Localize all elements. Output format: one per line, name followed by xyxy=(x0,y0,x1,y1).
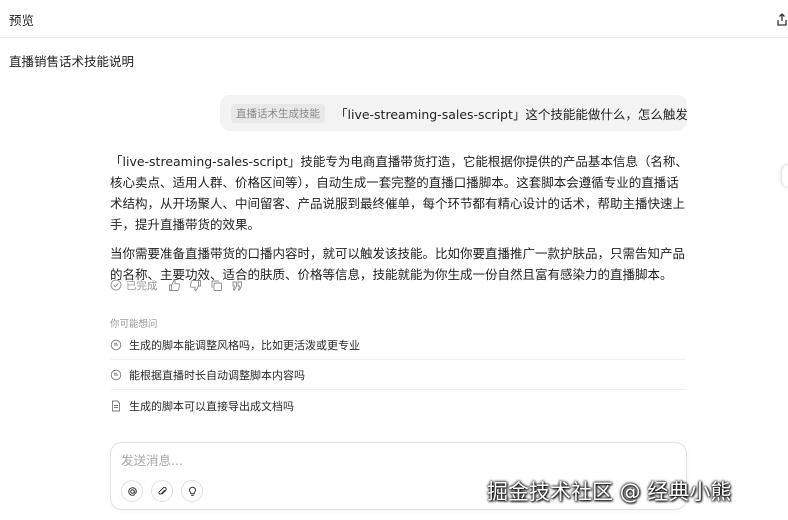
user-message-bubble: 直播话术生成技能 「live-streaming-sales-script」这个… xyxy=(220,95,687,131)
at-sign-icon xyxy=(127,486,137,496)
skill-tag[interactable]: 直播话术生成技能 xyxy=(231,103,325,123)
watermark: 掘金技术社区 @ 经典小熊 xyxy=(487,480,732,504)
completed-status: 已完成 xyxy=(110,278,158,293)
paperclip-icon xyxy=(157,486,167,495)
mention-button[interactable] xyxy=(121,480,143,502)
suggestion-item[interactable]: 能根据直播时长自动调整脚本内容吗 xyxy=(110,360,686,390)
suggestions-label: 你可能想问 xyxy=(110,319,158,330)
document-icon xyxy=(112,400,120,412)
share-icon[interactable] xyxy=(776,12,788,26)
top-bar: 预览 xyxy=(0,0,788,38)
answer-actions: 已完成 xyxy=(110,277,244,293)
preview-title: 预览 xyxy=(9,13,35,28)
suggestion-text: 生成的脚本能调整风格吗，比如更活泼或更专业 xyxy=(129,338,360,352)
user-message-text: 「live-streaming-sales-script」这个技能能做什么，怎么… xyxy=(335,106,687,122)
quote-icon[interactable] xyxy=(231,279,244,292)
attach-button[interactable] xyxy=(151,480,173,502)
document-title: 直播销售话术技能说明 xyxy=(9,54,135,69)
suggestion-item[interactable]: 生成的脚本可以直接导出成文档吗 xyxy=(110,391,686,421)
suggestion-text: 生成的脚本可以直接导出成文档吗 xyxy=(129,400,294,413)
completed-label: 已完成 xyxy=(126,279,158,292)
chat-bubble-icon xyxy=(110,339,122,350)
suggestion-item[interactable]: 生成的脚本能调整风格吗，比如更活泼或更专业 xyxy=(110,330,686,360)
thumbs-down-icon[interactable] xyxy=(189,279,202,292)
message-input[interactable] xyxy=(121,453,481,468)
assistant-answer: 「live-streaming-sales-script」技能专为电商直播带货打… xyxy=(110,151,690,293)
answer-paragraph-1: 「live-streaming-sales-script」技能专为电商直播带货打… xyxy=(110,154,688,232)
copy-icon[interactable] xyxy=(210,279,223,292)
check-circle-icon xyxy=(110,279,122,291)
suggestion-text: 能根据直播时长自动调整脚本内容吗 xyxy=(129,368,305,382)
lightbulb-icon xyxy=(188,486,196,496)
thumbs-up-icon[interactable] xyxy=(168,279,181,292)
idea-button[interactable] xyxy=(181,480,203,502)
chat-bubble-icon xyxy=(110,369,122,380)
side-panel-handle[interactable] xyxy=(782,165,788,187)
